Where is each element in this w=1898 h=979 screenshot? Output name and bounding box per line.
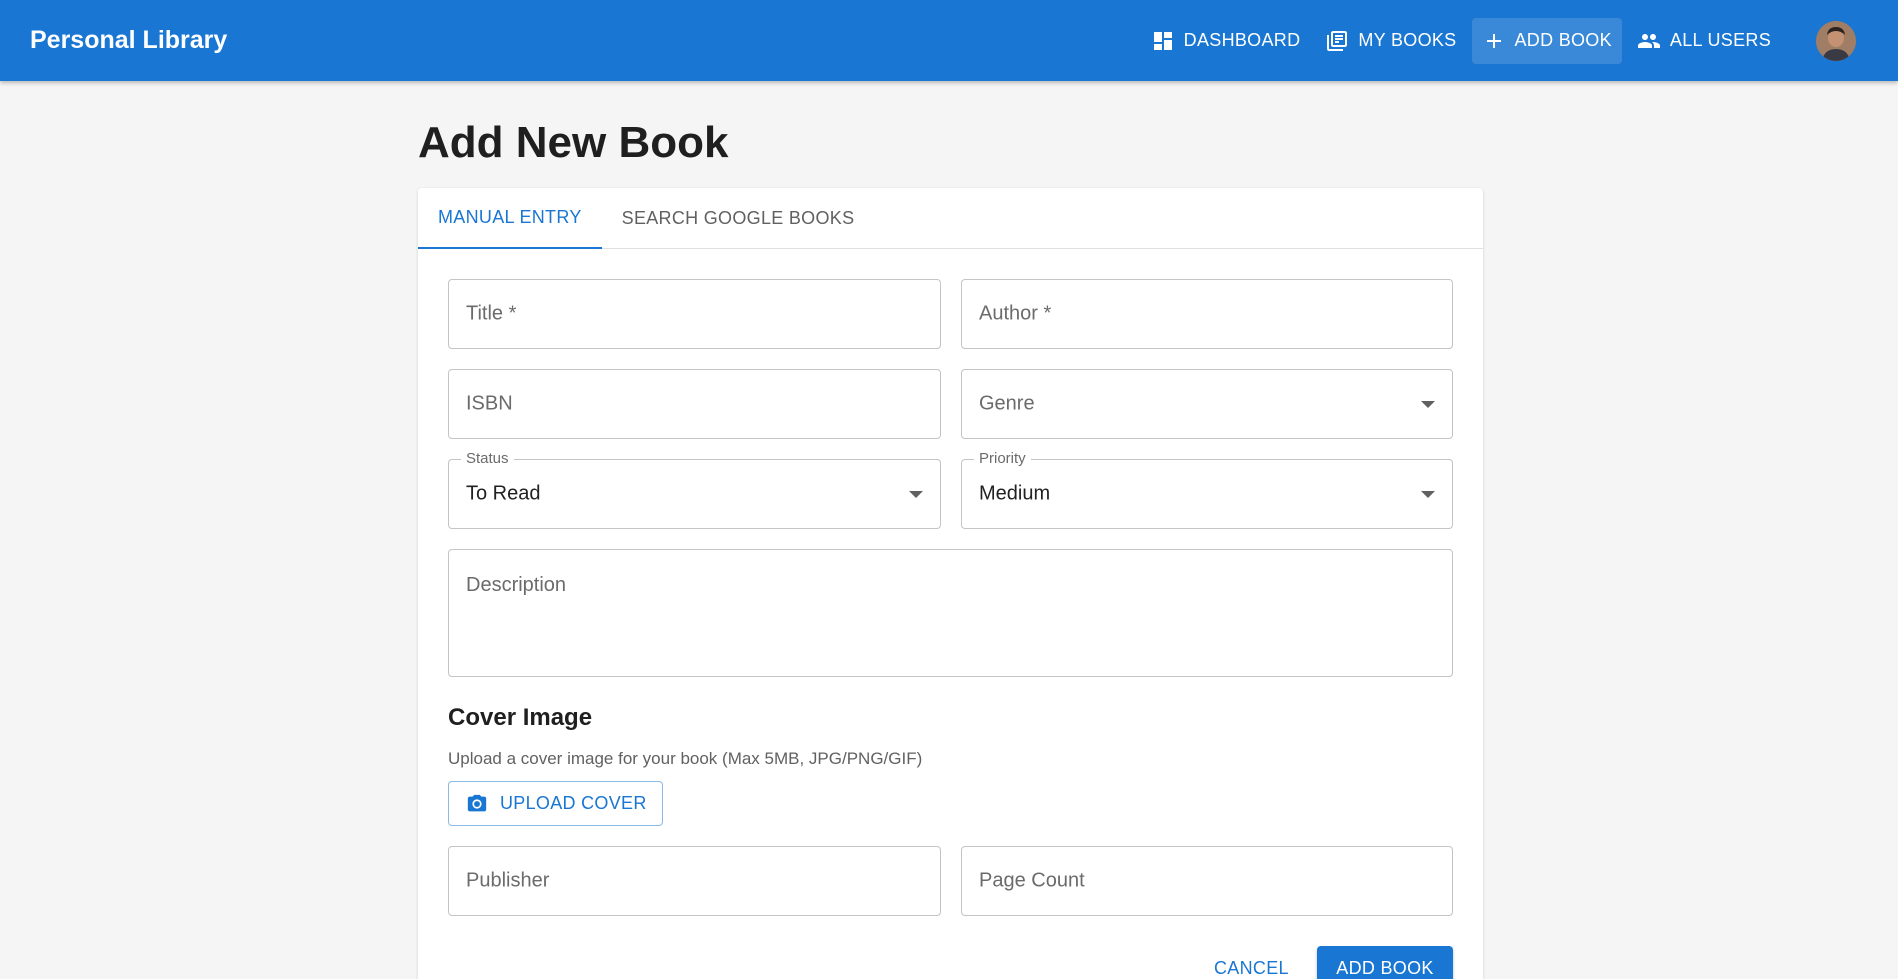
app-title[interactable]: Personal Library bbox=[30, 0, 227, 81]
top-nav: DASHBOARD MY BOOKS ADD BOOK ALL USERS bbox=[1141, 0, 1898, 81]
dashboard-icon bbox=[1153, 31, 1172, 50]
nav-dashboard[interactable]: DASHBOARD bbox=[1141, 18, 1311, 64]
page-count-field[interactable]: Page Count bbox=[961, 846, 1453, 916]
tab-manual-entry[interactable]: MANUAL ENTRY bbox=[418, 188, 602, 249]
upload-cover-label: UPLOAD COVER bbox=[500, 793, 647, 813]
camera-icon bbox=[467, 794, 487, 811]
status-select[interactable]: Status To Read bbox=[448, 450, 941, 529]
people-icon bbox=[1637, 33, 1660, 48]
description-textarea[interactable]: Description bbox=[448, 549, 1453, 677]
genre-select[interactable]: Genre bbox=[961, 369, 1453, 439]
nav-my-books[interactable]: MY BOOKS bbox=[1315, 18, 1466, 64]
chevron-down-icon bbox=[909, 491, 923, 498]
isbn-field[interactable]: ISBN bbox=[448, 369, 941, 439]
upload-cover-button[interactable]: UPLOAD COVER bbox=[448, 781, 663, 826]
status-value: To Read bbox=[466, 482, 541, 505]
author-field[interactable]: Author * bbox=[961, 279, 1453, 349]
nav-my-books-label: MY BOOKS bbox=[1358, 30, 1457, 50]
add-book-button[interactable]: ADD BOOK bbox=[1317, 946, 1453, 979]
publisher-field[interactable]: Publisher bbox=[448, 846, 941, 916]
page-title: Add New Book bbox=[418, 118, 729, 167]
cover-image-help: Upload a cover image for your book (Max … bbox=[448, 749, 923, 768]
cover-image-heading: Cover Image bbox=[448, 704, 593, 731]
title-placeholder: Title * bbox=[466, 302, 517, 325]
status-label: Status bbox=[461, 450, 514, 467]
page-count-placeholder: Page Count bbox=[979, 869, 1085, 892]
plus-icon bbox=[1486, 33, 1501, 48]
author-placeholder: Author * bbox=[979, 302, 1052, 325]
nav-add-book-label: ADD BOOK bbox=[1514, 30, 1612, 50]
nav-dashboard-label: DASHBOARD bbox=[1183, 30, 1301, 50]
user-photo bbox=[1816, 20, 1856, 61]
isbn-placeholder: ISBN bbox=[466, 392, 513, 415]
genre-placeholder: Genre bbox=[979, 392, 1035, 415]
priority-value: Medium bbox=[979, 482, 1051, 505]
publisher-placeholder: Publisher bbox=[466, 869, 550, 892]
app-bar: Personal Library DASHBOARD MY BOOKS ADD … bbox=[0, 0, 1898, 81]
title-field[interactable]: Title * bbox=[448, 279, 941, 349]
entry-tabs: MANUAL ENTRY SEARCH GOOGLE BOOKS bbox=[418, 188, 1483, 249]
description-placeholder: Description bbox=[466, 574, 567, 596]
priority-select[interactable]: Priority Medium bbox=[961, 450, 1453, 529]
library-books-icon bbox=[1327, 30, 1348, 51]
nav-all-users-label: ALL USERS bbox=[1669, 30, 1771, 50]
cancel-button[interactable]: CANCEL bbox=[1200, 946, 1303, 979]
chevron-down-icon bbox=[1421, 491, 1435, 498]
tab-search-google-books[interactable]: SEARCH GOOGLE BOOKS bbox=[602, 188, 875, 248]
chevron-down-icon bbox=[1421, 401, 1435, 408]
priority-label: Priority bbox=[974, 450, 1031, 467]
nav-all-users[interactable]: ALL USERS bbox=[1627, 18, 1781, 64]
avatar[interactable] bbox=[1816, 20, 1856, 61]
nav-add-book[interactable]: ADD BOOK bbox=[1471, 17, 1622, 64]
